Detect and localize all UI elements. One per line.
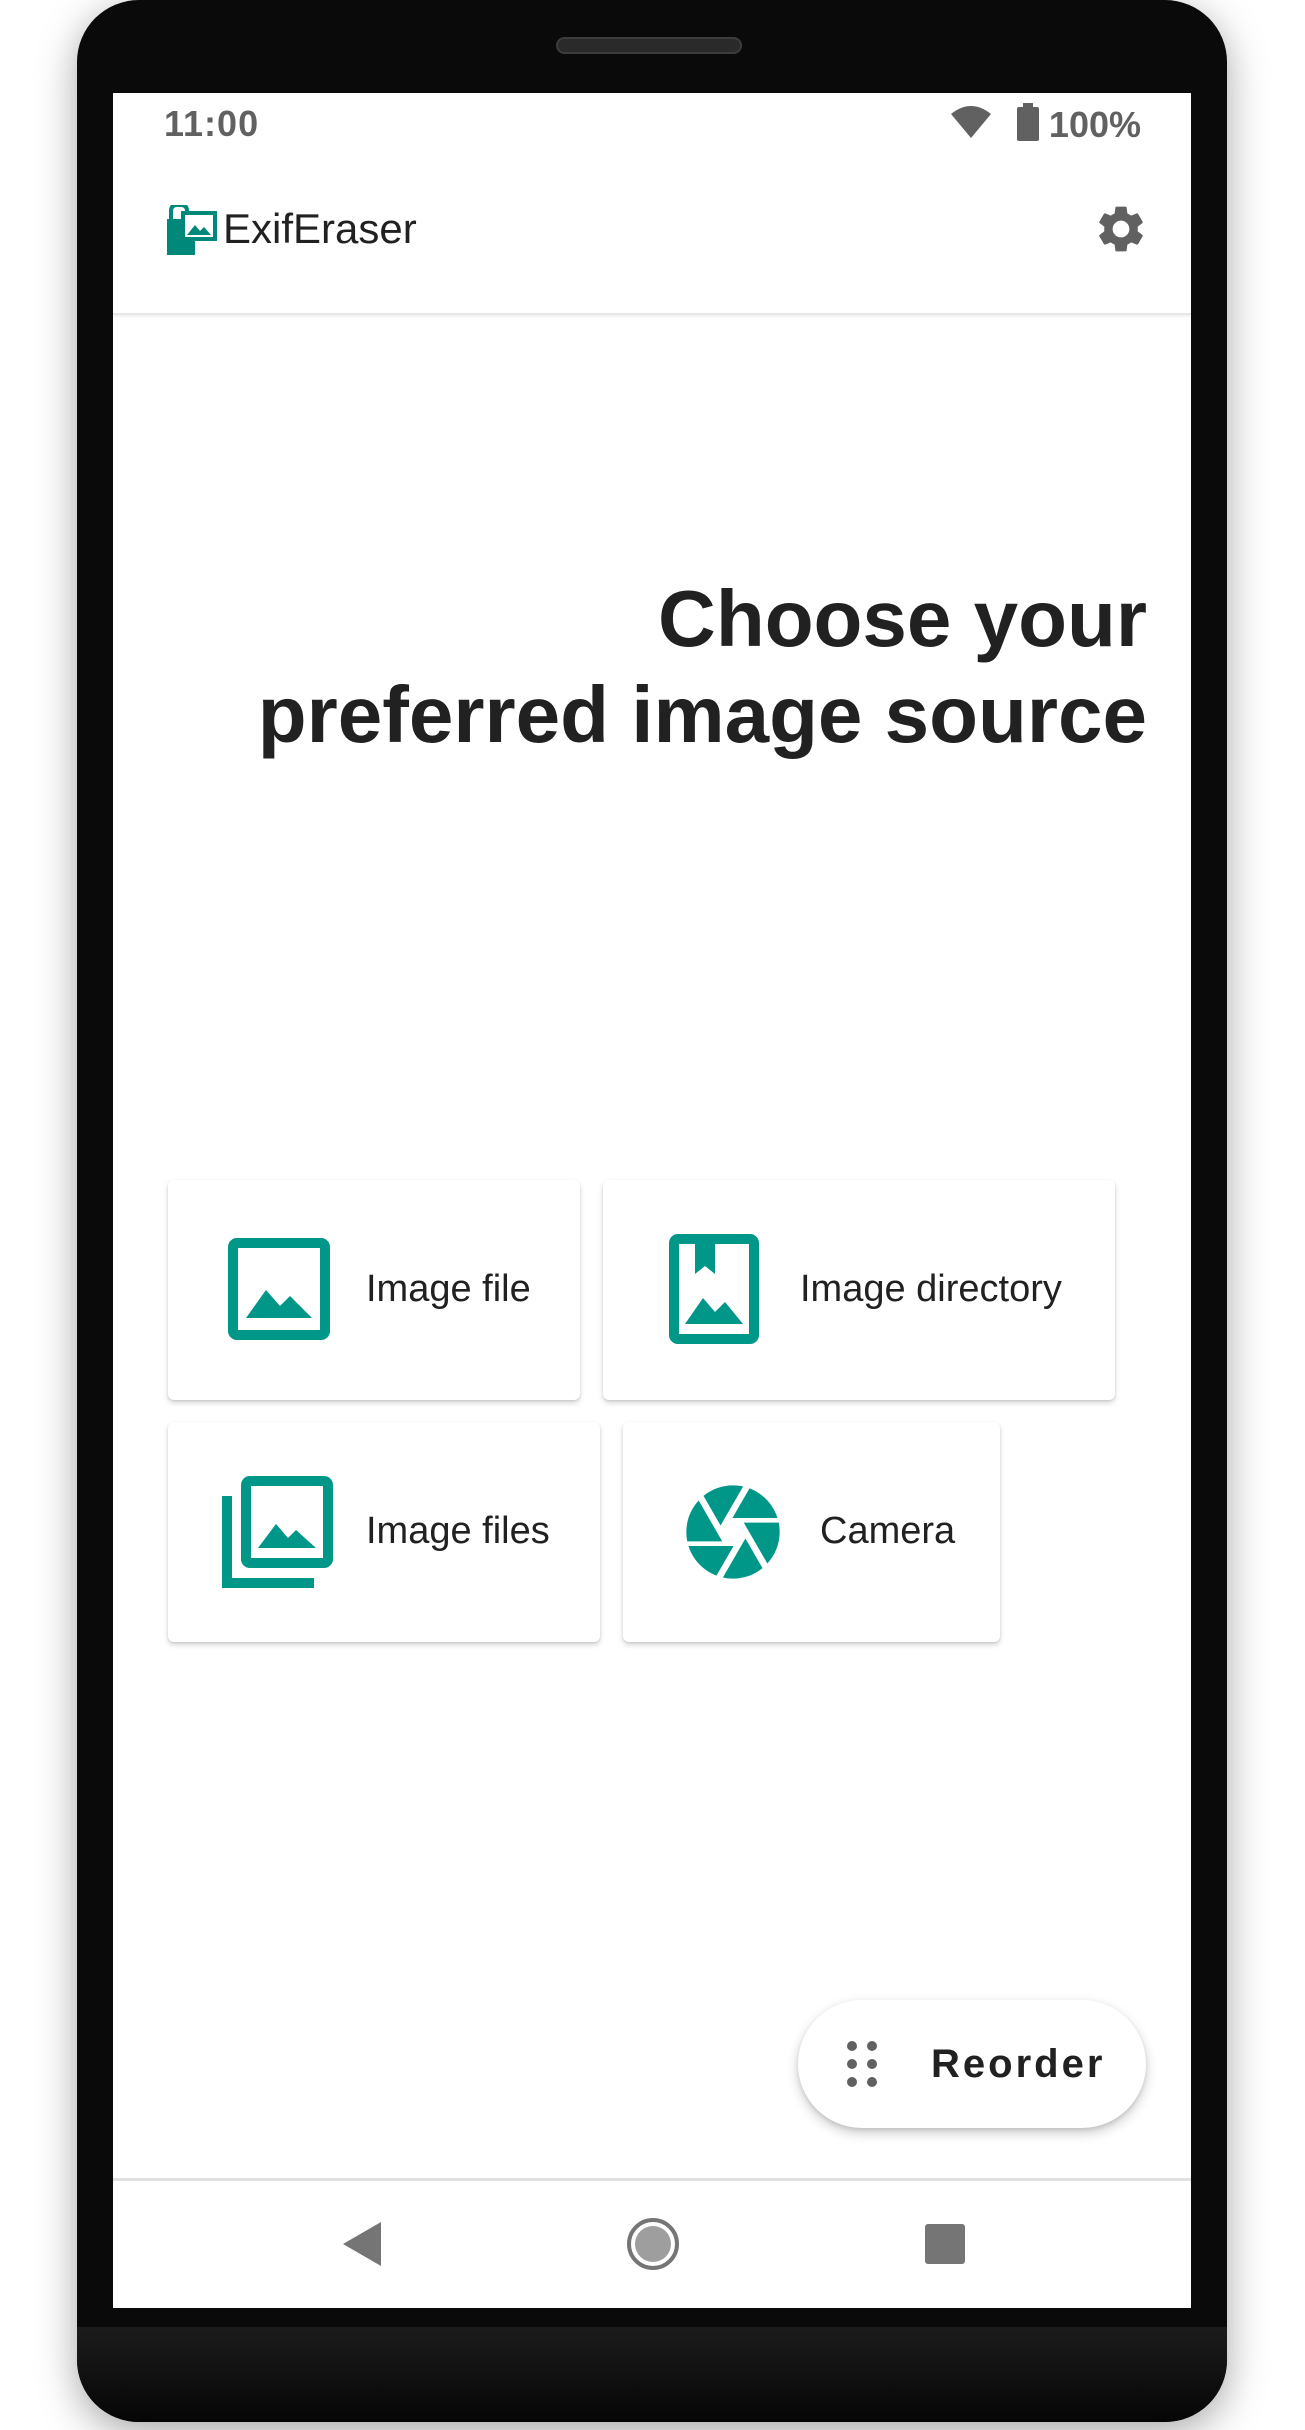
page: 11:00 100% ExifEraser Choose your prefer… (0, 0, 1305, 2430)
page-title-line-1: Choose your (658, 574, 1147, 663)
recents-icon (923, 2222, 967, 2271)
status-indicators: 100% (949, 103, 1141, 146)
camera-label: Camera (820, 1510, 956, 1552)
phone-bezel-bottom (77, 2327, 1227, 2422)
gear-icon (1093, 201, 1149, 262)
system-nav-bar (113, 2178, 1191, 2308)
settings-button[interactable] (1089, 199, 1153, 263)
reorder-button[interactable]: Reorder (798, 2000, 1146, 2128)
image-directory-card[interactable]: Image directory (603, 1180, 1115, 1400)
image-directory-label: Image directory (800, 1268, 1062, 1310)
app-bar: ExifEraser (113, 155, 1191, 315)
battery-icon (1016, 103, 1039, 146)
camera-card[interactable]: Camera (623, 1422, 1000, 1642)
camera-aperture-icon (677, 1476, 789, 1588)
nav-recents-button[interactable] (910, 2211, 980, 2281)
wifi-icon (949, 104, 993, 145)
image-file-label: Image file (366, 1268, 531, 1310)
status-bar: 11:00 100% (113, 93, 1191, 155)
image-files-card[interactable]: Image files (168, 1422, 600, 1642)
image-icon (228, 1238, 330, 1340)
app-title: ExifEraser (223, 205, 417, 252)
reorder-label: Reorder (931, 2042, 1106, 2086)
page-title: Choose your preferred image source (147, 571, 1147, 763)
image-files-label: Image files (366, 1510, 550, 1552)
nav-home-button[interactable] (618, 2211, 688, 2281)
nav-back-button[interactable] (328, 2211, 398, 2281)
battery-percentage: 100% (1048, 103, 1141, 145)
screen: 11:00 100% ExifEraser Choose your prefer… (113, 93, 1191, 2308)
speaker-grille (556, 37, 742, 54)
image-file-card[interactable]: Image file (168, 1180, 580, 1400)
page-title-line-2: preferred image source (257, 670, 1147, 759)
back-icon (341, 2220, 385, 2273)
drag-handle-icon (846, 2040, 880, 2093)
home-icon (625, 2216, 681, 2277)
image-directory-icon (669, 1234, 759, 1344)
image-stack-icon (222, 1476, 334, 1588)
status-time: 11:00 (164, 103, 260, 144)
app-logo-icon (167, 203, 217, 257)
